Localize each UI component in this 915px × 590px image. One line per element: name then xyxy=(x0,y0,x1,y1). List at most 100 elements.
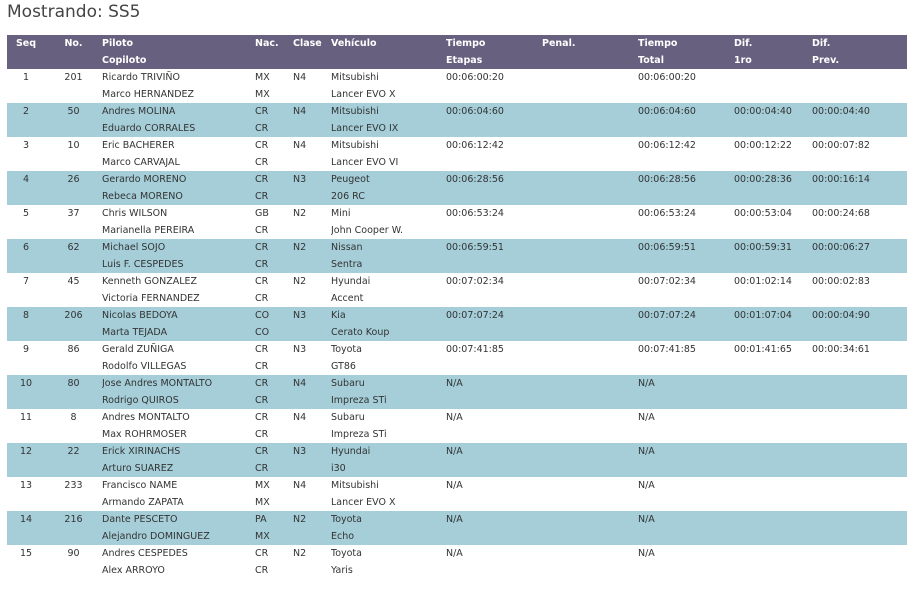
cell-vehiculo-modelo: Accent xyxy=(331,293,364,304)
cell-empty xyxy=(542,460,638,477)
cell-empty xyxy=(638,222,734,239)
cell-empty xyxy=(638,256,734,273)
cell-empty xyxy=(7,460,45,477)
col-clase-header[interactable]: Clase xyxy=(293,35,331,52)
cell-empty xyxy=(638,426,734,443)
cell-vehiculo-modelo: Yaris xyxy=(331,565,353,576)
cell-copiloto: Max ROHRMOSER xyxy=(102,429,187,440)
cell-empty xyxy=(812,494,907,511)
col-piloto-header[interactable]: Piloto xyxy=(102,35,255,52)
cell-tiempo-total: N/A xyxy=(638,548,655,559)
col-penal-header[interactable]: Penal. xyxy=(542,35,638,52)
cell-piloto: Nicolas BEDOYA xyxy=(102,310,178,321)
cell-empty xyxy=(542,426,638,443)
cell-penal xyxy=(542,545,638,562)
cell-empty xyxy=(812,460,907,477)
cell-num: 216 xyxy=(64,514,83,525)
cell-empty xyxy=(812,426,907,443)
cell-empty xyxy=(293,494,331,511)
cell-copiloto: Marco HERNANDEZ xyxy=(102,89,195,100)
cell-empty xyxy=(638,392,734,409)
cell-empty xyxy=(446,256,542,273)
cell-empty xyxy=(542,120,638,137)
cell-clase: N3 xyxy=(293,344,307,355)
cell-dif-prev xyxy=(812,545,907,562)
cell-vehiculo-marca: Kia xyxy=(331,310,346,321)
cell-penal xyxy=(542,171,638,188)
cell-empty xyxy=(45,188,102,205)
table-row: 9 86 Gerald ZUÑIGA CR N3 Toyota 00:07:41:85 00:… xyxy=(7,341,907,358)
cell-dif-prev: 00:00:07:82 xyxy=(812,140,870,151)
cell-vehiculo-marca: Subaru xyxy=(331,412,365,423)
col-nac-header[interactable]: Nac. xyxy=(255,35,293,52)
cell-empty xyxy=(7,222,45,239)
cell-piloto: Chris WILSON xyxy=(102,208,168,219)
cell-nac-piloto: CR xyxy=(255,276,269,287)
cell-tiempo-total: 00:07:41:85 xyxy=(638,344,696,355)
cell-empty xyxy=(542,256,638,273)
cell-empty xyxy=(812,188,907,205)
cell-empty xyxy=(293,528,331,545)
cell-piloto: Gerardo MORENO xyxy=(102,174,187,185)
header-spacer xyxy=(7,52,45,69)
page-title: Mostrando: SS5 xyxy=(7,2,141,22)
results-table-header: Seq No. Piloto Nac. Clase Vehículo Tiemp… xyxy=(7,35,907,69)
col-dif1-header[interactable]: Dif. xyxy=(734,35,812,52)
cell-dif-1ro: 00:00:04:40 xyxy=(734,106,792,117)
cell-empty xyxy=(638,290,734,307)
cell-empty xyxy=(812,562,907,579)
cell-empty xyxy=(812,290,907,307)
results-table: Seq No. Piloto Nac. Clase Vehículo Tiemp… xyxy=(7,35,907,579)
cell-num: 206 xyxy=(64,310,83,321)
cell-empty xyxy=(293,120,331,137)
cell-empty xyxy=(293,392,331,409)
cell-clase: N2 xyxy=(293,548,307,559)
cell-dif-prev: 00:00:16:14 xyxy=(812,174,870,185)
cell-seq: 11 xyxy=(19,412,33,423)
cell-tiempo-etapas: 00:06:28:56 xyxy=(446,174,504,185)
cell-seq: 6 xyxy=(22,242,30,253)
cell-empty xyxy=(45,392,102,409)
table-row-copilot: Rebeca MORENO CR 206 RC xyxy=(7,188,907,205)
col-seq-header[interactable]: Seq xyxy=(7,35,45,52)
cell-clase: N2 xyxy=(293,208,307,219)
col-dif1-subheader: 1ro xyxy=(734,55,752,66)
cell-empty xyxy=(542,494,638,511)
cell-nac-copiloto: CR xyxy=(255,259,269,270)
cell-dif-prev xyxy=(812,511,907,528)
cell-dif-prev: 00:00:24:68 xyxy=(812,208,870,219)
cell-clase: N2 xyxy=(293,242,307,253)
cell-copiloto: Rodrigo QUIROS xyxy=(102,395,179,406)
cell-empty xyxy=(734,392,812,409)
col-num-header[interactable]: No. xyxy=(45,35,102,52)
cell-vehiculo-marca: Mitsubishi xyxy=(331,72,379,83)
col-dif2-header[interactable]: Dif. xyxy=(812,35,907,52)
cell-nac-piloto: CR xyxy=(255,548,269,559)
cell-penal xyxy=(542,477,638,494)
cell-dif-1ro: 00:01:41:65 xyxy=(734,344,792,355)
col-total-subheader: Total xyxy=(638,55,664,66)
cell-nac-piloto: GB xyxy=(255,208,269,219)
cell-num: 8 xyxy=(70,412,77,423)
cell-empty xyxy=(7,494,45,511)
cell-empty xyxy=(542,562,638,579)
cell-seq: 13 xyxy=(19,480,33,491)
cell-piloto: Erick XIRINACHS xyxy=(102,446,181,457)
cell-dif-1ro xyxy=(734,511,812,528)
col-total-header[interactable]: Tiempo xyxy=(638,35,734,52)
cell-piloto: Michael SOJO xyxy=(102,242,166,253)
cell-tiempo-etapas: 00:07:07:24 xyxy=(446,310,504,321)
cell-nac-copiloto: CO xyxy=(255,327,270,338)
cell-piloto: Andres MONTALTO xyxy=(102,412,190,423)
cell-empty xyxy=(293,256,331,273)
cell-empty xyxy=(446,154,542,171)
cell-penal xyxy=(542,205,638,222)
cell-tiempo-etapas: 00:07:02:34 xyxy=(446,276,504,287)
cell-empty xyxy=(446,460,542,477)
table-row: 12 22 Erick XIRINACHS CR N3 Hyundai N/A N/A xyxy=(7,443,907,460)
col-vehiculo-header[interactable]: Vehículo xyxy=(331,35,446,52)
col-tiempo-header[interactable]: Tiempo xyxy=(446,35,542,52)
cell-empty xyxy=(446,188,542,205)
cell-clase: N3 xyxy=(293,310,307,321)
cell-tiempo-etapas: 00:06:12:42 xyxy=(446,140,504,151)
